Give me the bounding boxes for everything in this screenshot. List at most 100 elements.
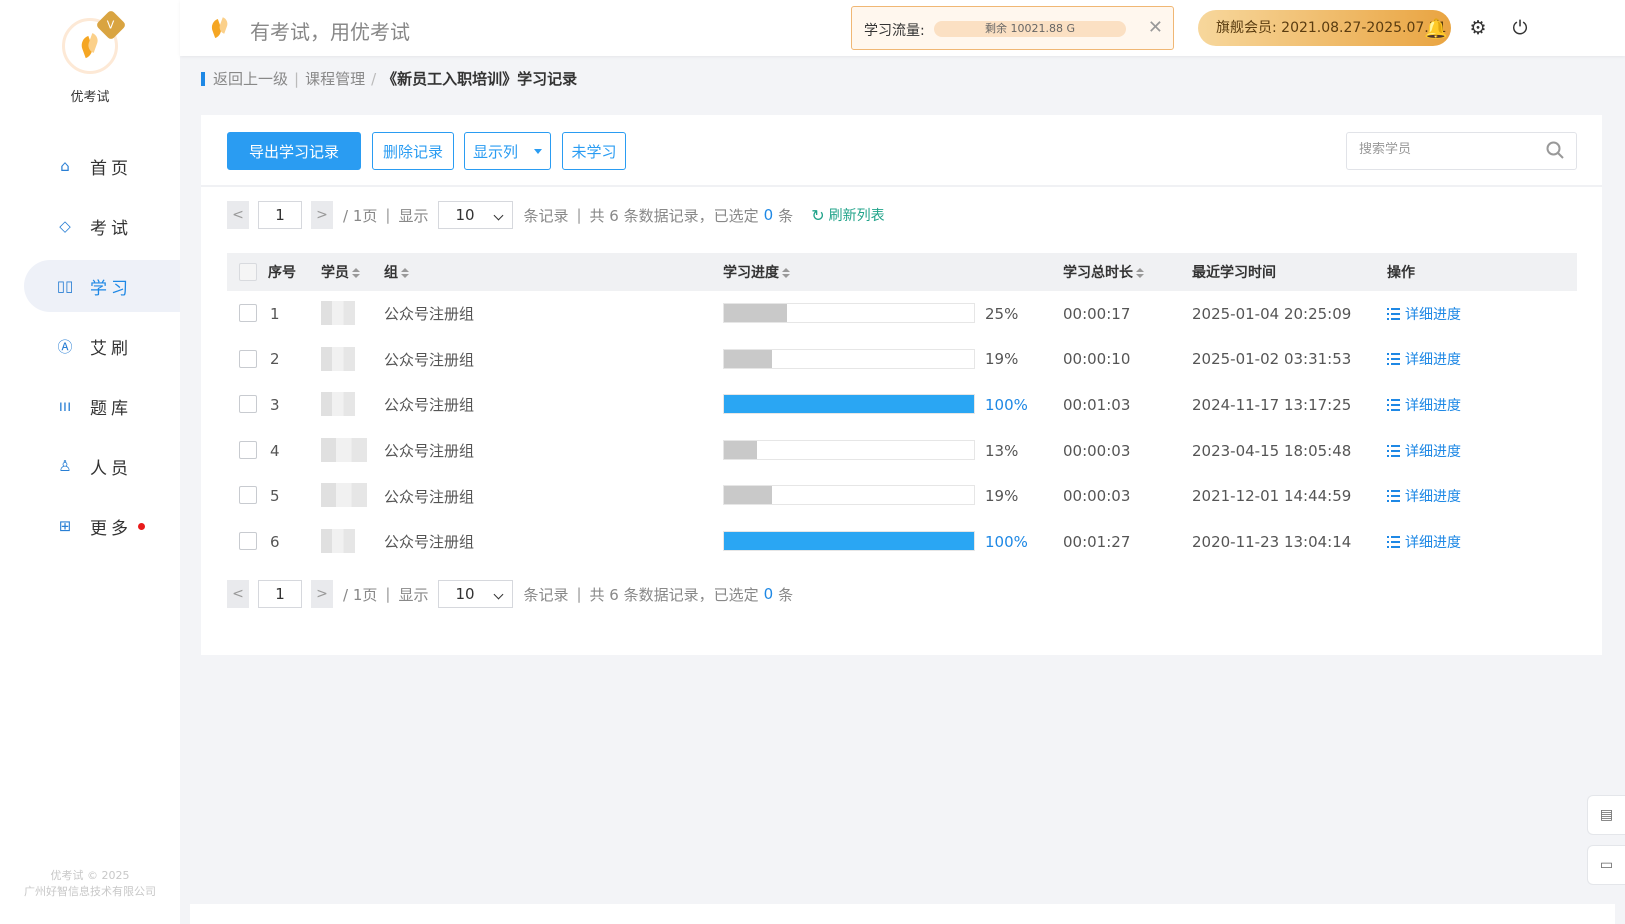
detail-progress-link[interactable]: 详细进度 [1387,349,1461,369]
document-float-button[interactable]: ▤ [1587,795,1625,835]
list-icon [1387,353,1400,366]
prev-page-button[interactable]: < [227,201,249,229]
detail-progress-link[interactable]: 详细进度 [1387,532,1461,552]
row-group: 公众号注册组 [384,442,475,461]
export-records-button[interactable]: 导出学习记录 [227,132,361,170]
header-progress[interactable]: 学习进度 [723,262,790,282]
page-number-input[interactable]: 1 [258,201,302,229]
notification-dot [138,522,145,530]
gear-icon[interactable]: ⚙ [1466,16,1490,40]
detail-progress-label: 详细进度 [1405,489,1461,506]
sidebar-item-personnel[interactable]: ♙ 人员 [0,440,180,492]
row-checkbox[interactable] [239,440,257,459]
table-row: 2 公众号注册组 19% 00:00:10 2025-01-02 03:31:53 详细进… [227,337,1577,383]
page-size-select[interactable]: 10 [438,580,514,608]
breadcrumb-separator: / [371,69,377,88]
sidebar-item-aishua[interactable]: Ⓐ 艾刷 [0,320,180,372]
breadcrumb-course-link[interactable]: 课程管理 [305,68,365,89]
pipe-divider: | [576,206,582,224]
sidebar-item-label: 题库 [90,398,132,419]
row-checkbox[interactable] [239,349,257,368]
detail-progress-link[interactable]: 详细进度 [1387,395,1461,415]
row-duration: 00:01:03 [1063,395,1131,414]
row-last-time: 2021-12-01 14:44:59 [1192,487,1352,506]
header-student-label: 学员 [321,265,349,281]
person-icon: ♙ [58,457,72,475]
header-duration[interactable]: 学习总时长 [1063,262,1144,282]
traffic-remaining: 剩余 10021.88 G [934,21,1126,37]
table-row: 4 公众号注册组 13% 00:00:03 2023-04-15 18:05:48 详细进… [227,428,1577,474]
detail-progress-label: 详细进度 [1405,306,1461,323]
select-all-checkbox[interactable] [239,263,257,281]
delete-records-button[interactable]: 删除记录 [372,132,454,170]
eraser-icon: ◇ [59,217,71,235]
header-last-time: 最近学习时间 [1192,265,1276,281]
progress-fill [724,440,757,459]
row-checkbox[interactable] [239,486,257,505]
sort-icon [352,268,360,278]
search-input[interactable] [1359,142,1529,157]
row-index: 5 [270,487,280,506]
row-duration: 00:00:03 [1063,487,1131,506]
next-page-button[interactable]: > [311,201,333,229]
sidebar-item-question-bank[interactable]: ııı 题库 [0,380,180,432]
page-number-input[interactable]: 1 [258,580,302,608]
total-pages: / 1页 [343,206,378,225]
progress-bar [723,439,975,460]
detail-progress-link[interactable]: 详细进度 [1387,441,1461,461]
row-checkbox[interactable] [239,304,257,322]
progress-percent: 100% [985,395,1028,414]
search-icon[interactable] [1546,141,1564,159]
bell-icon[interactable]: 🔔 [1424,16,1448,40]
prev-page-button[interactable]: < [227,580,249,608]
unlearned-button[interactable]: 未学习 [562,132,626,170]
row-checkbox[interactable] [239,395,257,414]
header-student[interactable]: 学员 [321,262,360,282]
table-body: 1 公众号注册组 25% 00:00:17 2025-01-04 20:25:09 详细进… [227,291,1577,565]
close-icon[interactable]: ✕ [1148,17,1163,38]
sidebar-item-home[interactable]: ⌂ 首页 [0,140,180,192]
sidebar-item-study[interactable]: ▯▯ 学习 [24,260,180,312]
refresh-list-link[interactable]: ↻ 刷新列表 [811,205,884,225]
progress-bar [723,348,975,369]
table-row: 5 公众号注册组 19% 00:00:03 2021-12-01 14:44:59 详细进… [227,473,1577,519]
next-page-button[interactable]: > [311,580,333,608]
power-icon[interactable]: ⏻ [1508,16,1532,40]
row-checkbox[interactable] [239,531,257,550]
pipe-divider: | [385,585,391,603]
progress-fill [724,531,974,550]
list-icon [1387,398,1400,411]
row-group: 公众号注册组 [384,350,475,369]
detail-progress-link[interactable]: 详细进度 [1387,304,1461,324]
row-duration: 00:00:10 [1063,350,1131,369]
row-last-time: 2023-04-15 18:05:48 [1192,441,1352,460]
page-size-select[interactable]: 10 [438,201,514,229]
row-last-time: 2025-01-02 03:31:53 [1192,350,1352,369]
progress-fill [724,349,772,368]
table-row: 6 公众号注册组 100% 00:01:27 2020-11-23 13:04:14 详细… [227,519,1577,565]
main-panel: 导出学习记录 删除记录 显示列 未学习 < 1 > / 1页 | 显示 10 条… [201,115,1602,655]
copyright-line: 优考试 © 2025 [50,869,130,882]
copyright: 优考试 © 2025 广州好智信息技术有限公司 [0,868,180,900]
detail-progress-link[interactable]: 详细进度 [1387,486,1461,506]
sidebar-item-more[interactable]: ⊞ 更多 [0,500,180,552]
progress-percent: 19% [985,350,1019,369]
chat-float-button[interactable]: ▭ [1587,845,1625,885]
show-columns-button[interactable]: 显示列 [464,132,551,170]
sidebar-item-exam[interactable]: ◇ 考试 [0,200,180,252]
list-icon [1387,535,1400,548]
breadcrumb-back-link[interactable]: 返回上一级 [213,68,288,89]
refresh-label: 刷新列表 [828,208,885,224]
progress-fill [724,395,974,414]
progress-fill [724,486,772,505]
record-summary: 共 6 条数据记录，已选定 [589,206,759,225]
traffic-label: 学习流量: [864,23,925,39]
header-group[interactable]: 组 [384,262,409,282]
book-icon: ▯▯ [56,277,74,295]
table-row: 1 公众号注册组 25% 00:00:17 2025-01-04 20:25:09 详细进… [227,291,1577,337]
bar-chart-icon: ııı [58,397,72,415]
show-label: 显示 [398,206,429,225]
list-icon [1387,490,1400,503]
chat-icon: ▭ [1599,857,1614,873]
vip-membership-badge[interactable]: 旗舰会员: 2021.08.27-2025.07.31 [1198,10,1451,46]
